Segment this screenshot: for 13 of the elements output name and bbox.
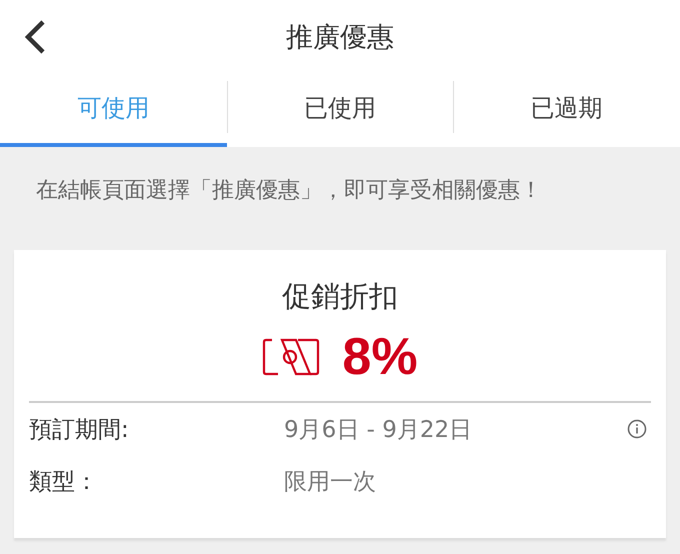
- detail-label: 預訂期間:: [29, 416, 130, 444]
- tab[interactable]: 已使用: [226, 73, 454, 147]
- back-icon: [24, 19, 46, 55]
- detail-value: 9月6日 - 9月22日: [284, 416, 474, 444]
- detail-label: 類型：: [29, 468, 99, 496]
- coupon-title: 促銷折扣: [281, 278, 399, 315]
- page-title: 推廣優惠: [286, 20, 394, 54]
- tab[interactable]: 已過期: [453, 73, 680, 147]
- discount-value: 8%: [342, 327, 418, 387]
- notice-text: 在結帳頁面選擇「推廣優惠」，即可享受相關優惠！: [35, 177, 543, 205]
- detail-value: 限用一次: [284, 468, 377, 496]
- discount-ticket-icon: [262, 338, 320, 376]
- info-icon[interactable]: [627, 419, 647, 439]
